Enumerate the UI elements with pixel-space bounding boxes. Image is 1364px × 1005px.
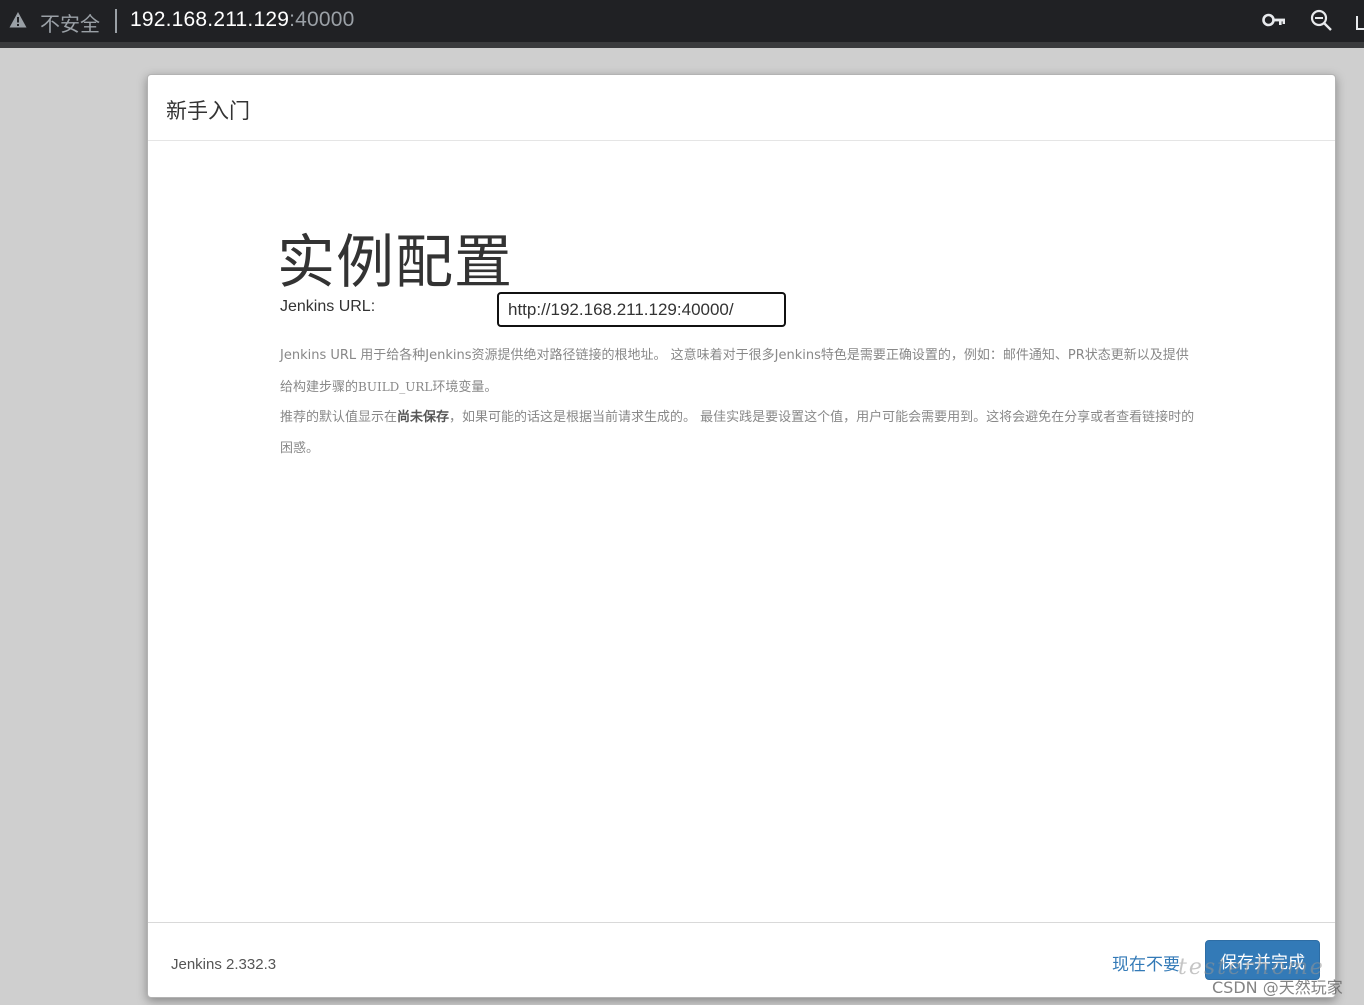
help-text-2a: 推荐的默认值显示在 — [280, 410, 398, 425]
jenkins-url-input[interactable] — [497, 292, 786, 327]
skip-link[interactable]: 现在不要 — [1112, 950, 1180, 975]
jenkins-url-label: Jenkins URL: — [280, 298, 376, 315]
extension-icon[interactable] — [1355, 12, 1364, 32]
help-text-1b: 环境变量。 — [432, 379, 498, 395]
key-icon[interactable] — [1262, 10, 1286, 30]
setup-dialog: 新手入门 实例配置 Jenkins URL: Jenkins URL 用于给各种… — [147, 74, 1336, 998]
help-text-2-strong: 尚未保存 — [397, 410, 450, 425]
browser-address-bar: 不安全 192.168.211.129:40000 — [0, 0, 1364, 42]
warning-icon[interactable] — [9, 11, 27, 29]
help-paragraph-2: 推荐的默认值显示在尚未保存，如果可能的话这是根据当前请求生成的。 最佳实践是要设… — [280, 403, 1195, 464]
security-status-label[interactable]: 不安全 — [40, 8, 100, 37]
zoom-out-icon[interactable] — [1310, 9, 1332, 31]
build-url-code: BUILD_URL — [358, 379, 433, 394]
url-host: 192.168.211.129 — [130, 8, 290, 31]
url-help-text: Jenkins URL 用于给各种Jenkins资源提供绝对路径链接的根地址。 … — [280, 341, 1195, 464]
page-heading: 实例配置 — [277, 228, 514, 296]
jenkins-version: Jenkins 2.332.3 — [171, 956, 277, 973]
browser-bar-divider — [0, 42, 1364, 48]
url-port: :40000 — [289, 8, 355, 31]
watermark-text: CSDN @天然玩家 — [1212, 978, 1343, 997]
url-divider — [115, 9, 117, 33]
dialog-header: 新手入门 — [148, 75, 1335, 141]
dialog-title: 新手入门 — [166, 99, 250, 123]
address-url[interactable]: 192.168.211.129:40000 — [130, 8, 355, 32]
dialog-footer: Jenkins 2.332.3 现在不要 保存并完成 — [148, 922, 1335, 999]
help-paragraph-1: Jenkins URL 用于给各种Jenkins资源提供绝对路径链接的根地址。 … — [280, 341, 1195, 403]
